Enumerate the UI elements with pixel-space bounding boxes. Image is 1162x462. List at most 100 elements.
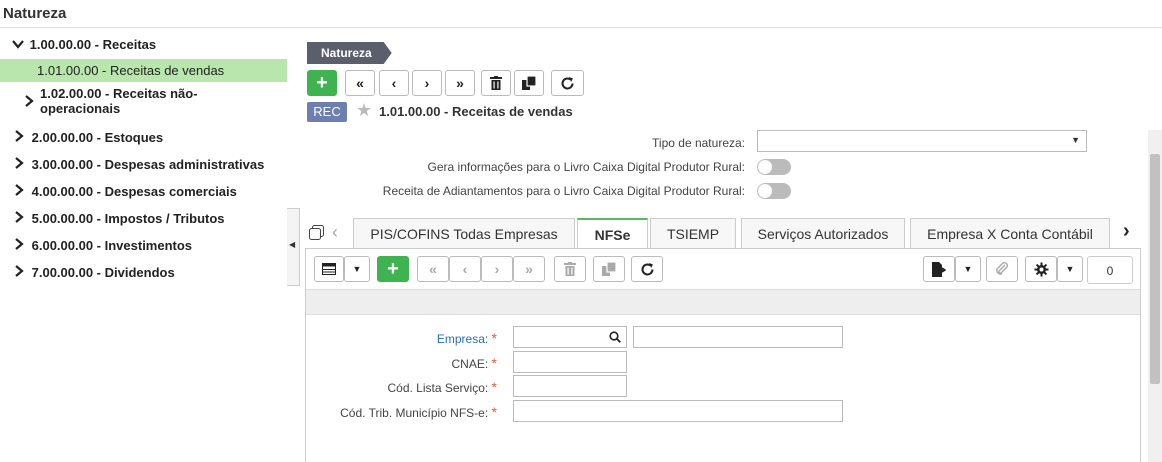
grid-view-button[interactable] — [314, 256, 344, 282]
copy-icon — [522, 76, 536, 90]
chevron-left-icon: ‹ — [391, 75, 397, 91]
required-marker: * — [491, 355, 497, 371]
tab-empresa-conta-contabil[interactable]: Empresa X Conta Contábil — [910, 218, 1110, 248]
caret-down-icon: ▼ — [1071, 135, 1080, 145]
sub-next-button[interactable]: › — [481, 256, 513, 282]
sub-duplicate-button[interactable] — [593, 256, 625, 282]
delete-button[interactable] — [481, 70, 511, 96]
chevron-down-icon[interactable] — [12, 39, 26, 49]
tipo-natureza-select[interactable]: ▼ — [757, 130, 1087, 152]
grid-header-bar — [306, 289, 1140, 315]
settings-dropdown[interactable]: ▼ — [1057, 256, 1083, 282]
double-chevron-left-icon: « — [429, 261, 437, 277]
tab-tsiemp[interactable]: TSIEMP — [650, 218, 736, 248]
first-record-button[interactable]: « — [345, 70, 375, 96]
record-counter: 0 — [1087, 256, 1133, 284]
chevron-right-icon[interactable] — [14, 157, 28, 169]
adiantamentos-toggle[interactable] — [757, 183, 791, 199]
empresa-label[interactable]: Empresa: * — [437, 330, 497, 346]
caret-left-icon[interactable]: ◀ — [289, 240, 295, 249]
sub-add-button[interactable]: + — [377, 256, 409, 282]
tree-item-receitas-nao-operacionais[interactable]: 1.02.00.00 - Receitas não- operacionais — [24, 86, 198, 116]
trash-icon — [564, 262, 576, 276]
prev-record-button[interactable]: ‹ — [379, 70, 409, 96]
required-marker: * — [491, 379, 497, 395]
chevron-right-icon[interactable] — [24, 95, 38, 107]
chevron-left-icon: ‹ — [462, 261, 468, 277]
sub-prev-button[interactable]: ‹ — [449, 256, 481, 282]
trib-municipio-label: Cód. Trib. Município NFS-e: * — [340, 404, 497, 420]
required-marker: * — [491, 330, 497, 346]
chevron-right-icon[interactable] — [14, 265, 28, 277]
tab-pis-cofins[interactable]: PIS/COFINS Todas Empresas — [353, 218, 575, 248]
export-dropdown[interactable]: ▼ — [955, 256, 981, 282]
chevron-right-icon[interactable] — [14, 130, 28, 142]
plus-icon: + — [316, 71, 328, 94]
tab-scroll-right-icon[interactable]: › — [1123, 220, 1130, 243]
tree-item-impostos-tributos[interactable]: 5.00.00.00 - Impostos / Tributos — [14, 211, 225, 226]
last-record-button[interactable]: » — [445, 70, 475, 96]
tree-item-despesas-comerciais[interactable]: 4.00.00.00 - Despesas comerciais — [14, 184, 237, 199]
double-chevron-right-icon: » — [456, 75, 464, 91]
export-button[interactable] — [923, 256, 955, 282]
tree-item-receitas-de-vendas[interactable]: 1.01.00.00 - Receitas de vendas — [37, 63, 224, 78]
refresh-button[interactable] — [551, 70, 584, 96]
copy-icon — [602, 262, 616, 276]
tabs-row: ‹ PIS/COFINS Todas Empresas NFSe TSIEMP … — [300, 218, 1148, 250]
main-panel: Natureza + « ‹ › » REC ★ 1.01.00.00 - Re… — [300, 28, 1162, 462]
chevron-right-icon[interactable] — [14, 238, 28, 250]
cnae-input[interactable] — [513, 351, 627, 373]
caret-down-icon: ▼ — [963, 264, 973, 274]
attachment-button[interactable] — [986, 256, 1018, 282]
window-title-bar: Natureza — [0, 0, 1162, 28]
double-chevron-right-icon: » — [525, 261, 533, 277]
record-title: 1.01.00.00 - Receitas de vendas — [379, 104, 573, 119]
chevron-right-icon: › — [494, 261, 500, 277]
add-button[interactable]: + — [307, 70, 337, 96]
tab-scroll-left-icon[interactable]: ‹ — [332, 222, 338, 243]
tab-list-icon[interactable] — [309, 225, 324, 240]
tree-item-investimentos[interactable]: 6.00.00.00 - Investimentos — [14, 238, 192, 253]
rec-badge: REC — [307, 102, 347, 122]
livro-caixa-toggle[interactable] — [757, 159, 791, 175]
tree-item-estoques[interactable]: 2.00.00.00 - Estoques — [14, 130, 163, 145]
gear-icon — [1034, 262, 1048, 276]
chevron-right-icon[interactable] — [14, 184, 28, 196]
star-icon[interactable]: ★ — [356, 100, 372, 121]
empresa-input[interactable] — [513, 326, 627, 348]
scrollbar-thumb[interactable] — [1150, 154, 1160, 384]
cnae-label: CNAE: * — [451, 355, 497, 371]
tree-item-dividendos[interactable]: 7.00.00.00 - Dividendos — [14, 265, 175, 280]
trash-icon — [490, 76, 502, 90]
tab-servicos-autorizados[interactable]: Serviços Autorizados — [741, 218, 905, 248]
chevron-right-icon[interactable] — [14, 211, 28, 223]
lista-servico-label: Cód. Lista Serviço: * — [387, 379, 497, 395]
search-icon[interactable] — [609, 331, 621, 343]
duplicate-button[interactable] — [514, 70, 544, 96]
tab-nfse[interactable]: NFSe — [577, 218, 648, 250]
tree-item-receitas[interactable]: 1.00.00.00 - Receitas — [12, 37, 156, 52]
trib-municipio-input[interactable] — [513, 400, 843, 422]
grid-view-dropdown[interactable]: ▼ — [344, 256, 370, 282]
sub-first-button[interactable]: « — [417, 256, 449, 282]
nature-tree: 1.00.00.00 - Receitas 1.01.00.00 - Recei… — [0, 28, 300, 462]
lista-servico-input[interactable] — [513, 375, 627, 397]
empresa-name-field[interactable] — [633, 326, 843, 348]
sub-refresh-button[interactable] — [631, 256, 663, 282]
sub-delete-button[interactable] — [554, 256, 586, 282]
next-record-button[interactable]: › — [412, 70, 442, 96]
livro-caixa-label: Gera informações para o Livro Caixa Digi… — [427, 160, 745, 174]
tipo-natureza-label: Tipo de natureza: — [652, 136, 745, 150]
caret-down-icon: ▼ — [1065, 264, 1075, 274]
sub-last-button[interactable]: » — [513, 256, 545, 282]
chevron-right-icon: › — [424, 75, 430, 91]
panel-collapse-handle[interactable]: ◀ — [287, 208, 300, 286]
settings-button[interactable] — [1025, 256, 1057, 282]
tree-item-despesas-administrativas[interactable]: 3.00.00.00 - Despesas administrativas — [14, 157, 264, 172]
table-icon — [322, 263, 336, 275]
breadcrumb[interactable]: Natureza — [307, 42, 392, 64]
nfse-panel: ▼ + « ‹ › » ▼ ▼ 0 Empresa: * CNAE: * Cód… — [305, 248, 1141, 462]
paperclip-icon — [996, 262, 1008, 275]
window-title: Natureza — [3, 5, 67, 22]
file-export-icon — [932, 261, 946, 277]
